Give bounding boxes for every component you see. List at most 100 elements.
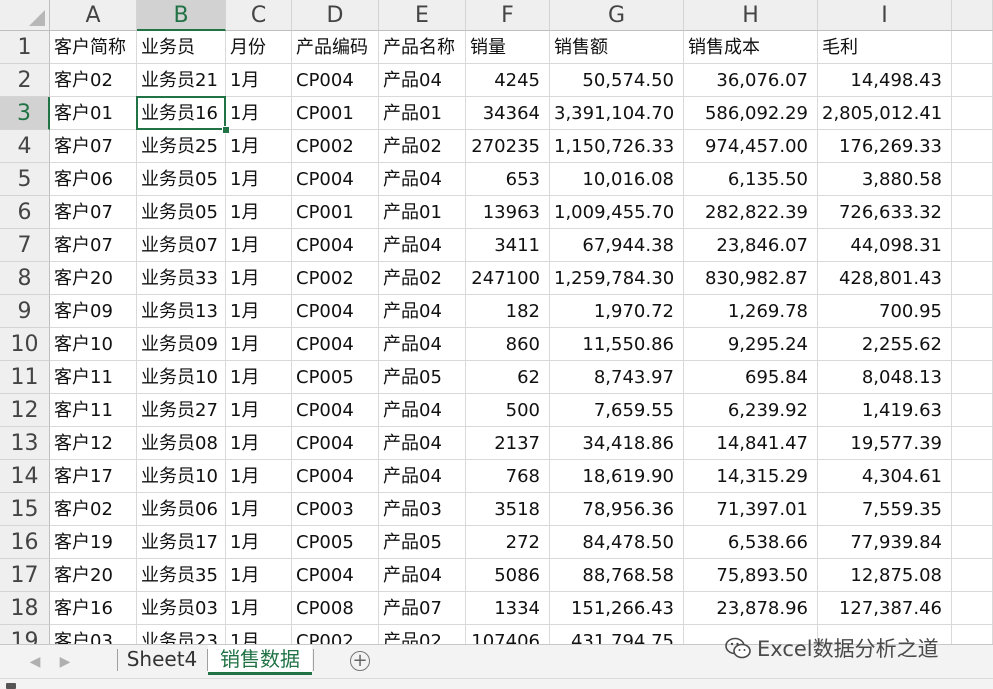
row-header-6[interactable]: 6 bbox=[0, 196, 50, 229]
table-cell[interactable]: 11,550.86 bbox=[550, 328, 684, 361]
table-cell[interactable]: 182 bbox=[466, 295, 550, 328]
table-cell[interactable]: 2,805,012.41 bbox=[818, 97, 952, 130]
table-cell[interactable]: 2137 bbox=[466, 427, 550, 460]
table-cell[interactable]: 4,304.61 bbox=[818, 460, 952, 493]
table-cell[interactable]: 1月 bbox=[226, 196, 292, 229]
table-cell[interactable]: 业务员06 bbox=[137, 493, 226, 526]
table-cell[interactable]: 1月 bbox=[226, 427, 292, 460]
table-cell[interactable]: 产品04 bbox=[379, 559, 466, 592]
empty-cell[interactable] bbox=[952, 130, 993, 163]
table-cell[interactable]: 业务员03 bbox=[137, 592, 226, 625]
table-cell[interactable]: CP004 bbox=[292, 427, 379, 460]
table-cell[interactable]: 客户07 bbox=[50, 130, 137, 163]
table-cell[interactable]: 1334 bbox=[466, 592, 550, 625]
column-header-c[interactable]: C bbox=[226, 0, 292, 31]
next-sheet-arrow-icon[interactable]: ▶ bbox=[58, 653, 72, 671]
column-header-a[interactable]: A bbox=[50, 0, 137, 31]
table-cell[interactable]: 客户02 bbox=[50, 493, 137, 526]
table-cell[interactable]: 业务员33 bbox=[137, 262, 226, 295]
header-cell[interactable]: 客户简称 bbox=[50, 31, 137, 64]
row-header-15[interactable]: 15 bbox=[0, 493, 50, 526]
table-cell[interactable]: CP004 bbox=[292, 229, 379, 262]
table-cell[interactable]: 75,893.50 bbox=[684, 559, 818, 592]
table-cell[interactable]: CP004 bbox=[292, 328, 379, 361]
spreadsheet-grid[interactable]: ABCDEFGHI 1 2 3 4 5 6 7 8 9 10 11 12 13 14 15 16 17 18 19 … bbox=[0, 0, 993, 644]
row-header-4[interactable]: 4 bbox=[0, 130, 50, 163]
table-cell[interactable]: 2,255.62 bbox=[818, 328, 952, 361]
row-header-1[interactable]: 1 bbox=[0, 31, 50, 64]
row-header-3[interactable]: 3 bbox=[0, 97, 50, 130]
empty-cell[interactable] bbox=[952, 460, 993, 493]
table-cell[interactable]: 860 bbox=[466, 328, 550, 361]
column-header-empty[interactable] bbox=[952, 0, 993, 31]
table-cell[interactable]: 客户20 bbox=[50, 262, 137, 295]
column-header-f[interactable]: F bbox=[466, 0, 550, 31]
fill-handle[interactable] bbox=[222, 126, 230, 134]
table-cell[interactable]: 产品02 bbox=[379, 130, 466, 163]
table-cell[interactable]: 8,743.97 bbox=[550, 361, 684, 394]
table-cell[interactable]: 3518 bbox=[466, 493, 550, 526]
table-cell[interactable]: 业务员27 bbox=[137, 394, 226, 427]
row-header-9[interactable]: 9 bbox=[0, 295, 50, 328]
table-cell[interactable]: 67,944.38 bbox=[550, 229, 684, 262]
table-cell[interactable]: 客户02 bbox=[50, 64, 137, 97]
table-cell[interactable]: 1,970.72 bbox=[550, 295, 684, 328]
empty-cell[interactable] bbox=[952, 394, 993, 427]
table-cell[interactable]: 客户11 bbox=[50, 361, 137, 394]
table-cell[interactable]: 业务员07 bbox=[137, 229, 226, 262]
table-cell[interactable]: 695.84 bbox=[684, 361, 818, 394]
table-cell[interactable]: 1月 bbox=[226, 130, 292, 163]
table-cell[interactable]: 4245 bbox=[466, 64, 550, 97]
table-cell[interactable]: 1月 bbox=[226, 394, 292, 427]
row-header-14[interactable]: 14 bbox=[0, 460, 50, 493]
table-cell[interactable]: 830,982.87 bbox=[684, 262, 818, 295]
table-cell[interactable]: CP003 bbox=[292, 493, 379, 526]
table-cell[interactable]: 客户19 bbox=[50, 526, 137, 559]
table-cell[interactable]: 产品05 bbox=[379, 361, 466, 394]
table-cell[interactable]: 产品04 bbox=[379, 328, 466, 361]
table-cell[interactable]: 业务员05 bbox=[137, 163, 226, 196]
table-cell[interactable]: 71,397.01 bbox=[684, 493, 818, 526]
table-cell[interactable]: 1月 bbox=[226, 64, 292, 97]
column-header-d[interactable]: D bbox=[292, 0, 379, 31]
table-cell[interactable]: 586,092.29 bbox=[684, 97, 818, 130]
table-cell[interactable]: CP008 bbox=[292, 592, 379, 625]
table-cell[interactable]: 8,048.13 bbox=[818, 361, 952, 394]
table-cell[interactable]: 业务员13 bbox=[137, 295, 226, 328]
table-cell[interactable]: 1,259,784.30 bbox=[550, 262, 684, 295]
table-cell[interactable]: 1月 bbox=[226, 328, 292, 361]
table-cell[interactable]: 客户12 bbox=[50, 427, 137, 460]
empty-cell[interactable] bbox=[952, 526, 993, 559]
header-cell[interactable]: 毛利 bbox=[818, 31, 952, 64]
table-cell[interactable]: 1月 bbox=[226, 526, 292, 559]
table-cell[interactable]: 客户20 bbox=[50, 559, 137, 592]
header-cell[interactable]: 销售额 bbox=[550, 31, 684, 64]
table-cell[interactable]: 653 bbox=[466, 163, 550, 196]
prev-sheet-arrow-icon[interactable]: ◀ bbox=[28, 653, 42, 671]
table-cell[interactable]: 7,659.55 bbox=[550, 394, 684, 427]
table-cell[interactable]: 431,794.75 bbox=[550, 625, 684, 644]
table-cell[interactable]: 产品04 bbox=[379, 229, 466, 262]
empty-cell[interactable] bbox=[952, 427, 993, 460]
table-cell[interactable]: 84,478.50 bbox=[550, 526, 684, 559]
header-cell[interactable]: 产品名称 bbox=[379, 31, 466, 64]
table-cell[interactable]: 1月 bbox=[226, 592, 292, 625]
table-cell[interactable]: 业务员21 bbox=[137, 64, 226, 97]
empty-cell[interactable] bbox=[952, 559, 993, 592]
table-cell[interactable]: 客户16 bbox=[50, 592, 137, 625]
table-cell[interactable]: 客户06 bbox=[50, 163, 137, 196]
table-cell[interactable]: 1,269.78 bbox=[684, 295, 818, 328]
table-cell[interactable]: 产品04 bbox=[379, 460, 466, 493]
table-cell[interactable]: 127,387.46 bbox=[818, 592, 952, 625]
table-cell[interactable]: 6,538.66 bbox=[684, 526, 818, 559]
empty-cell[interactable] bbox=[952, 295, 993, 328]
table-cell[interactable]: 247100 bbox=[466, 262, 550, 295]
table-cell[interactable]: 1月 bbox=[226, 97, 292, 130]
table-cell[interactable]: 1月 bbox=[226, 361, 292, 394]
header-cell[interactable]: 业务员 bbox=[137, 31, 226, 64]
table-cell[interactable]: 34364 bbox=[466, 97, 550, 130]
row-header-5[interactable]: 5 bbox=[0, 163, 50, 196]
row-header-13[interactable]: 13 bbox=[0, 427, 50, 460]
table-cell[interactable]: 客户01 bbox=[50, 97, 137, 130]
tab-sheet4[interactable]: Sheet4 bbox=[118, 645, 206, 675]
